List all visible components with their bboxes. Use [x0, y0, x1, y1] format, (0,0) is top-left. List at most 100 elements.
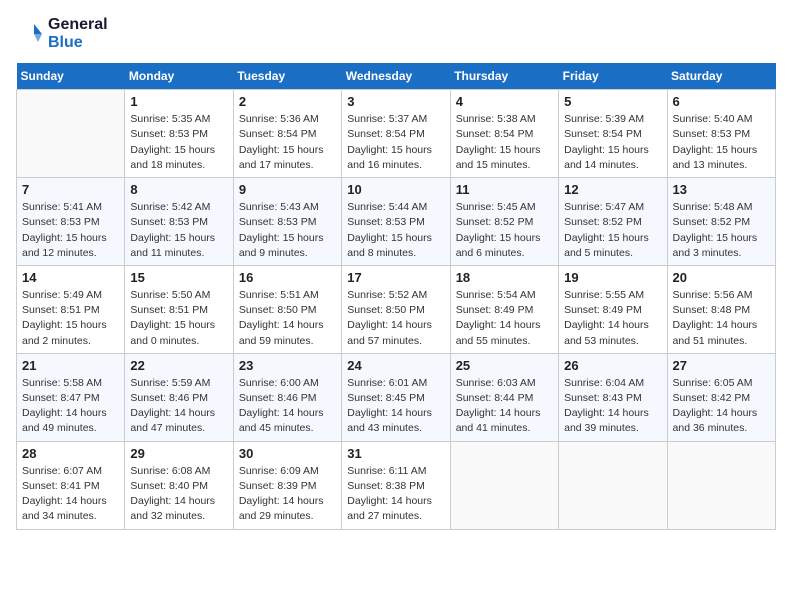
day-number: 14: [22, 270, 119, 285]
day-info: Sunrise: 5:48 AMSunset: 8:52 PMDaylight:…: [673, 200, 770, 261]
calendar-cell: 27 Sunrise: 6:05 AMSunset: 8:42 PMDayligh…: [667, 353, 775, 441]
calendar-cell: [559, 441, 667, 529]
calendar-cell: 16 Sunrise: 5:51 AMSunset: 8:50 PMDayligh…: [233, 265, 341, 353]
day-number: 27: [673, 358, 770, 373]
day-number: 22: [130, 358, 227, 373]
day-info: Sunrise: 5:38 AMSunset: 8:54 PMDaylight:…: [456, 112, 553, 173]
day-info: Sunrise: 6:03 AMSunset: 8:44 PMDaylight:…: [456, 376, 553, 437]
day-info: Sunrise: 5:39 AMSunset: 8:54 PMDaylight:…: [564, 112, 661, 173]
day-number: 16: [239, 270, 336, 285]
day-info: Sunrise: 6:00 AMSunset: 8:46 PMDaylight:…: [239, 376, 336, 437]
day-number: 10: [347, 182, 444, 197]
col-header-saturday: Saturday: [667, 63, 775, 90]
calendar-cell: 3 Sunrise: 5:37 AMSunset: 8:54 PMDaylight…: [342, 90, 450, 178]
calendar-cell: [450, 441, 558, 529]
week-row-3: 14 Sunrise: 5:49 AMSunset: 8:51 PMDayligh…: [17, 265, 776, 353]
calendar-cell: 18Sunrise: 5:54 AMSunset: 8:49 PMDayligh…: [450, 265, 558, 353]
calendar-cell: 20 Sunrise: 5:56 AMSunset: 8:48 PMDayligh…: [667, 265, 775, 353]
day-info: Sunrise: 5:54 AMSunset: 8:49 PMDaylight:…: [456, 288, 553, 349]
calendar-cell: 19 Sunrise: 5:55 AMSunset: 8:49 PMDayligh…: [559, 265, 667, 353]
day-info: Sunrise: 5:42 AMSunset: 8:53 PMDaylight:…: [130, 200, 227, 261]
calendar-cell: [667, 441, 775, 529]
day-info: Sunrise: 5:51 AMSunset: 8:50 PMDaylight:…: [239, 288, 336, 349]
day-info: Sunrise: 5:50 AMSunset: 8:51 PMDaylight:…: [130, 288, 227, 349]
day-number: 20: [673, 270, 770, 285]
day-number: 30: [239, 446, 336, 461]
calendar-cell: 14 Sunrise: 5:49 AMSunset: 8:51 PMDayligh…: [17, 265, 125, 353]
day-number: 21: [22, 358, 119, 373]
calendar-cell: 11Sunrise: 5:45 AMSunset: 8:52 PMDayligh…: [450, 178, 558, 266]
calendar-cell: 25Sunrise: 6:03 AMSunset: 8:44 PMDayligh…: [450, 353, 558, 441]
day-number: 28: [22, 446, 119, 461]
calendar-cell: 13Sunrise: 5:48 AMSunset: 8:52 PMDayligh…: [667, 178, 775, 266]
calendar-cell: 12 Sunrise: 5:47 AMSunset: 8:52 PMDayligh…: [559, 178, 667, 266]
calendar-cell: 7 Sunrise: 5:41 AMSunset: 8:53 PMDaylight…: [17, 178, 125, 266]
day-number: 17: [347, 270, 444, 285]
day-number: 6: [673, 94, 770, 109]
page-header: General Blue: [16, 16, 776, 51]
day-info: Sunrise: 6:07 AMSunset: 8:41 PMDaylight:…: [22, 464, 119, 525]
day-info: Sunrise: 6:01 AMSunset: 8:45 PMDaylight:…: [347, 376, 444, 437]
week-row-2: 7 Sunrise: 5:41 AMSunset: 8:53 PMDaylight…: [17, 178, 776, 266]
calendar-cell: 23 Sunrise: 6:00 AMSunset: 8:46 PMDayligh…: [233, 353, 341, 441]
day-number: 15: [130, 270, 227, 285]
calendar-cell: 1 Sunrise: 5:35 AMSunset: 8:53 PMDaylight…: [125, 90, 233, 178]
day-info: Sunrise: 5:44 AMSunset: 8:53 PMDaylight:…: [347, 200, 444, 261]
day-info: Sunrise: 5:47 AMSunset: 8:52 PMDaylight:…: [564, 200, 661, 261]
day-info: Sunrise: 5:58 AMSunset: 8:47 PMDaylight:…: [22, 376, 119, 437]
logo: General Blue: [16, 16, 108, 51]
week-row-1: 1 Sunrise: 5:35 AMSunset: 8:53 PMDaylight…: [17, 90, 776, 178]
day-info: Sunrise: 5:56 AMSunset: 8:48 PMDaylight:…: [673, 288, 770, 349]
calendar-cell: 17 Sunrise: 5:52 AMSunset: 8:50 PMDayligh…: [342, 265, 450, 353]
calendar-cell: 22 Sunrise: 5:59 AMSunset: 8:46 PMDayligh…: [125, 353, 233, 441]
calendar-cell: 6 Sunrise: 5:40 AMSunset: 8:53 PMDaylight…: [667, 90, 775, 178]
calendar-cell: 10 Sunrise: 5:44 AMSunset: 8:53 PMDayligh…: [342, 178, 450, 266]
day-info: Sunrise: 6:09 AMSunset: 8:39 PMDaylight:…: [239, 464, 336, 525]
day-info: Sunrise: 5:36 AMSunset: 8:54 PMDaylight:…: [239, 112, 336, 173]
day-number: 12: [564, 182, 661, 197]
day-info: Sunrise: 5:49 AMSunset: 8:51 PMDaylight:…: [22, 288, 119, 349]
day-number: 9: [239, 182, 336, 197]
day-number: 29: [130, 446, 227, 461]
day-info: Sunrise: 5:40 AMSunset: 8:53 PMDaylight:…: [673, 112, 770, 173]
day-info: Sunrise: 5:37 AMSunset: 8:54 PMDaylight:…: [347, 112, 444, 173]
calendar-table: SundayMondayTuesdayWednesdayThursdayFrid…: [16, 63, 776, 529]
calendar-cell: 31 Sunrise: 6:11 AMSunset: 8:38 PMDayligh…: [342, 441, 450, 529]
day-info: Sunrise: 5:41 AMSunset: 8:53 PMDaylight:…: [22, 200, 119, 261]
day-number: 19: [564, 270, 661, 285]
day-info: Sunrise: 5:59 AMSunset: 8:46 PMDaylight:…: [130, 376, 227, 437]
day-number: 1: [130, 94, 227, 109]
calendar-cell: 26Sunrise: 6:04 AMSunset: 8:43 PMDayligh…: [559, 353, 667, 441]
day-number: 5: [564, 94, 661, 109]
calendar-cell: 2Sunrise: 5:36 AMSunset: 8:54 PMDaylight…: [233, 90, 341, 178]
calendar-cell: 9 Sunrise: 5:43 AMSunset: 8:53 PMDaylight…: [233, 178, 341, 266]
day-number: 4: [456, 94, 553, 109]
day-info: Sunrise: 5:55 AMSunset: 8:49 PMDaylight:…: [564, 288, 661, 349]
day-info: Sunrise: 6:05 AMSunset: 8:42 PMDaylight:…: [673, 376, 770, 437]
day-number: 24: [347, 358, 444, 373]
day-info: Sunrise: 6:04 AMSunset: 8:43 PMDaylight:…: [564, 376, 661, 437]
calendar-cell: 8 Sunrise: 5:42 AMSunset: 8:53 PMDaylight…: [125, 178, 233, 266]
week-row-4: 21 Sunrise: 5:58 AMSunset: 8:47 PMDayligh…: [17, 353, 776, 441]
day-number: 23: [239, 358, 336, 373]
day-number: 11: [456, 182, 553, 197]
col-header-monday: Monday: [125, 63, 233, 90]
calendar-cell: 4 Sunrise: 5:38 AMSunset: 8:54 PMDaylight…: [450, 90, 558, 178]
calendar-cell: 30 Sunrise: 6:09 AMSunset: 8:39 PMDayligh…: [233, 441, 341, 529]
day-info: Sunrise: 6:08 AMSunset: 8:40 PMDaylight:…: [130, 464, 227, 525]
day-number: 31: [347, 446, 444, 461]
col-header-thursday: Thursday: [450, 63, 558, 90]
calendar-cell: 24 Sunrise: 6:01 AMSunset: 8:45 PMDayligh…: [342, 353, 450, 441]
day-number: 7: [22, 182, 119, 197]
day-info: Sunrise: 6:11 AMSunset: 8:38 PMDaylight:…: [347, 464, 444, 525]
day-info: Sunrise: 5:43 AMSunset: 8:53 PMDaylight:…: [239, 200, 336, 261]
calendar-cell: 15 Sunrise: 5:50 AMSunset: 8:51 PMDayligh…: [125, 265, 233, 353]
col-header-friday: Friday: [559, 63, 667, 90]
col-header-tuesday: Tuesday: [233, 63, 341, 90]
day-info: Sunrise: 5:35 AMSunset: 8:53 PMDaylight:…: [130, 112, 227, 173]
day-info: Sunrise: 5:52 AMSunset: 8:50 PMDaylight:…: [347, 288, 444, 349]
day-number: 8: [130, 182, 227, 197]
day-number: 3: [347, 94, 444, 109]
col-header-wednesday: Wednesday: [342, 63, 450, 90]
calendar-cell: 5 Sunrise: 5:39 AMSunset: 8:54 PMDaylight…: [559, 90, 667, 178]
